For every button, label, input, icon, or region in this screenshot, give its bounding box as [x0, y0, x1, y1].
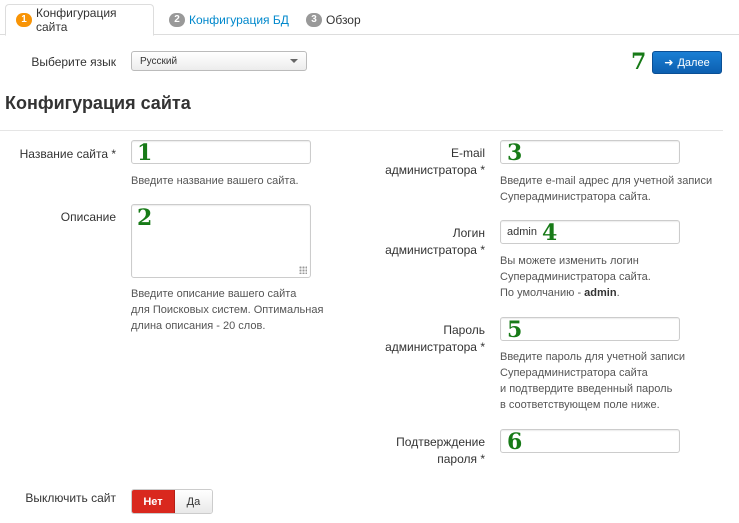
label-line: администратора *	[385, 340, 485, 354]
description-help: Введите описание вашего сайта для Поиско…	[131, 286, 323, 334]
site-name-help: Введите название вашего сайта.	[131, 175, 299, 187]
tab-site-config[interactable]: 1 Конфигурация сайта	[5, 4, 154, 36]
help-line: Введите описание вашего сайта	[131, 288, 297, 300]
language-selected: Русский	[140, 55, 178, 67]
annotation-number-6: 6	[507, 429, 523, 455]
step-badge: 3	[306, 12, 322, 27]
page-title: Конфигурация сайта	[5, 93, 191, 113]
next-button-label: Далее	[677, 56, 710, 69]
admin-login-help: Вы можете изменить логин Суперадминистра…	[500, 253, 651, 301]
language-select[interactable]: Русский	[131, 51, 307, 71]
help-line: Введите e-mail адрес для учетной записи	[500, 175, 713, 187]
offline-yes-button[interactable]: Да	[174, 490, 212, 513]
annotation-number-2: 2	[137, 205, 153, 231]
help-line: По умолчанию - admin.	[500, 285, 651, 301]
site-offline-toggle: Нет Да	[131, 489, 213, 514]
help-line: в соответствующем поле ниже.	[500, 399, 660, 411]
tab-bar: 1 Конфигурация сайта 2 Конфигурация БД 3…	[0, 0, 739, 36]
help-line: длина описания - 20 слов.	[131, 320, 266, 332]
admin-password-input[interactable]	[500, 317, 680, 341]
help-line: Вы можете изменить логин	[500, 255, 639, 267]
step-badge: 1	[16, 13, 32, 27]
step-badge: 2	[169, 12, 185, 27]
annotation-number-3: 3	[507, 140, 523, 166]
label-line: пароля *	[437, 452, 485, 466]
admin-email-input[interactable]	[500, 140, 680, 164]
label-line: Логин	[452, 226, 485, 240]
annotation-number-1: 1	[137, 140, 153, 166]
language-label: Выберите язык	[31, 55, 116, 69]
tab-label: Конфигурация сайта	[36, 6, 117, 34]
next-button[interactable]: ➜ Далее	[652, 51, 722, 74]
admin-password-help: Введите пароль для учетной записи Супера…	[500, 349, 685, 413]
label-line: Подтверждение	[396, 435, 485, 449]
admin-login-label: Логин администратора *	[370, 225, 485, 259]
tab-db-config[interactable]: 2 Конфигурация БД	[159, 4, 299, 35]
annotation-number-5: 5	[507, 317, 523, 343]
description-textarea[interactable]	[131, 204, 311, 278]
confirm-password-input[interactable]	[500, 429, 680, 453]
label-line: Пароль	[443, 323, 485, 337]
admin-email-help: Введите e-mail адрес для учетной записи …	[500, 173, 712, 205]
help-line: Суперадминистратора сайта	[500, 367, 648, 379]
tab-overview[interactable]: 3 Обзор	[296, 4, 371, 35]
admin-login-input[interactable]: admin	[500, 220, 680, 244]
label-line: администратора *	[385, 163, 485, 177]
help-default-value: admin	[584, 287, 617, 299]
help-line: Суперадминистратора сайта.	[500, 191, 651, 203]
admin-password-label: Пароль администратора *	[370, 322, 485, 356]
tab-label: Конфигурация БД	[189, 12, 289, 27]
tab-label: Обзор	[326, 12, 361, 27]
help-line: Суперадминистратора сайта.	[500, 271, 651, 283]
annotation-number-4: 4	[542, 220, 558, 246]
resize-handle-icon[interactable]	[299, 266, 307, 274]
arrow-right-icon: ➜	[664, 57, 674, 69]
divider	[0, 130, 723, 131]
help-line: и подтвердите введенный пароль	[500, 383, 673, 395]
site-name-label: Название сайта *	[19, 147, 116, 161]
site-offline-label: Выключить сайт	[25, 491, 116, 505]
help-default-suffix: .	[616, 287, 620, 299]
label-line: E-mail	[450, 146, 485, 160]
offline-no-button[interactable]: Нет	[132, 490, 175, 513]
chevron-down-icon	[290, 59, 298, 63]
admin-login-value: admin	[507, 226, 537, 238]
help-line: для Поисковых систем. Оптимальная	[131, 304, 324, 316]
label-line: администратора *	[385, 243, 485, 257]
confirm-password-label: Подтверждение пароля *	[370, 434, 485, 468]
admin-email-label: E-mail администратора *	[370, 145, 485, 179]
annotation-number-7: 7	[631, 49, 647, 75]
help-default-prefix: По умолчанию -	[500, 287, 585, 299]
site-name-input[interactable]	[131, 140, 311, 164]
description-label: Описание	[60, 210, 116, 224]
help-line: Введите пароль для учетной записи	[500, 351, 686, 363]
